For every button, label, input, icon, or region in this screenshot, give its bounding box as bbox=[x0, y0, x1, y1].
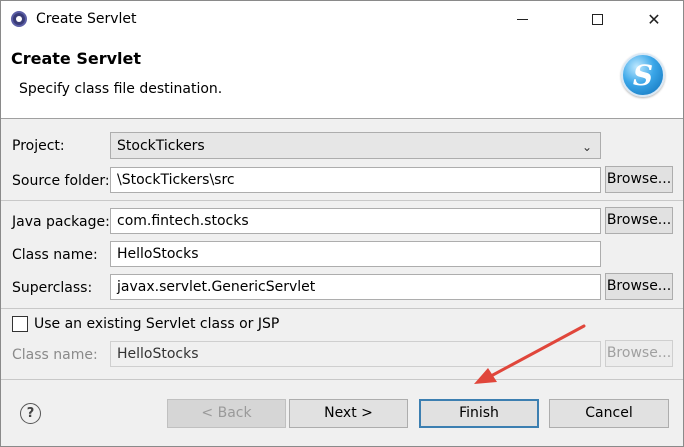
next-button[interactable]: Next > bbox=[289, 399, 408, 428]
source-folder-browse-button[interactable]: Browse... bbox=[605, 166, 673, 193]
java-package-label: Java package: bbox=[12, 214, 110, 230]
project-label: Project: bbox=[12, 138, 65, 154]
class-name-field[interactable]: HelloStocks bbox=[110, 241, 601, 267]
project-select[interactable]: StockTickers ⌄ bbox=[110, 132, 601, 159]
existing-class-name-field: HelloStocks bbox=[110, 341, 601, 367]
cancel-button[interactable]: Cancel bbox=[549, 399, 669, 428]
wizard-header: Create Servlet Specify class file destin… bbox=[1, 37, 683, 119]
use-existing-label[interactable]: Use an existing Servlet class or JSP bbox=[34, 316, 279, 332]
close-button[interactable]: ✕ bbox=[631, 1, 677, 37]
source-folder-label: Source folder: bbox=[12, 173, 110, 189]
help-icon[interactable]: ? bbox=[20, 403, 41, 424]
minimize-button[interactable] bbox=[499, 1, 545, 37]
project-value: StockTickers bbox=[117, 138, 205, 154]
footer-separator bbox=[1, 379, 683, 380]
arrow-head bbox=[474, 368, 497, 384]
close-icon: ✕ bbox=[647, 9, 661, 29]
java-package-field[interactable]: com.fintech.stocks bbox=[110, 208, 601, 234]
maximize-button[interactable] bbox=[574, 1, 620, 37]
back-button: < Back bbox=[167, 399, 286, 428]
title-bar: Create Servlet ✕ bbox=[1, 1, 683, 37]
existing-class-browse-button: Browse... bbox=[605, 340, 673, 367]
separator bbox=[1, 200, 683, 201]
servlet-logo-icon: S bbox=[621, 53, 665, 97]
minimize-icon bbox=[516, 18, 528, 20]
superclass-browse-button[interactable]: Browse... bbox=[605, 273, 673, 300]
maximize-icon bbox=[591, 13, 603, 25]
class-name-label: Class name: bbox=[12, 247, 98, 263]
superclass-field[interactable]: javax.servlet.GenericServlet bbox=[110, 274, 601, 300]
use-existing-checkbox[interactable] bbox=[12, 316, 28, 332]
separator bbox=[1, 308, 683, 309]
existing-class-name-label: Class name: bbox=[12, 347, 98, 363]
chevron-down-icon: ⌄ bbox=[581, 140, 592, 154]
finish-button[interactable]: Finish bbox=[419, 399, 539, 428]
eclipse-icon bbox=[11, 11, 27, 27]
page-description: Specify class file destination. bbox=[19, 81, 223, 97]
source-folder-field[interactable]: \StockTickers\src bbox=[110, 167, 601, 193]
superclass-label: Superclass: bbox=[12, 280, 93, 296]
create-servlet-dialog: Create Servlet ✕ Create Servlet Specify … bbox=[0, 0, 684, 447]
java-package-browse-button[interactable]: Browse... bbox=[605, 207, 673, 234]
page-title: Create Servlet bbox=[11, 49, 142, 68]
window-title: Create Servlet bbox=[36, 11, 137, 27]
